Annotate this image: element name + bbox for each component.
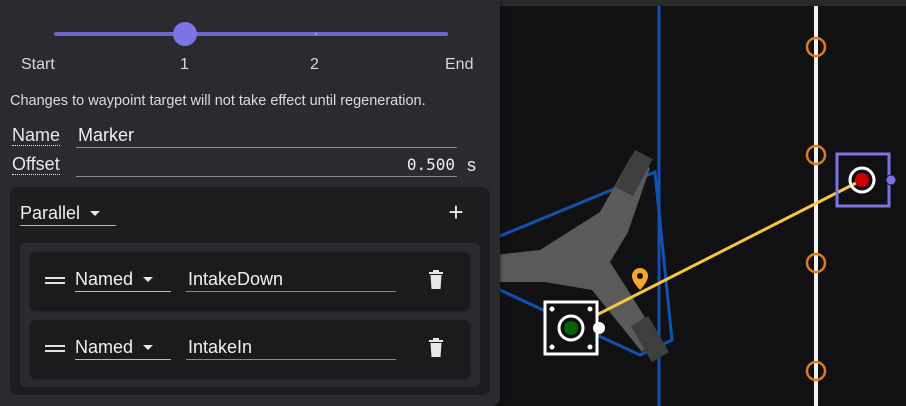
offset-input[interactable] [76,153,457,177]
plus-icon[interactable]: + [444,199,468,225]
slider-thumb[interactable] [173,22,198,46]
drag-handle-icon[interactable] [45,344,65,354]
slider-label-2: 2 [310,56,319,73]
name-label: Name [12,125,61,146]
regeneration-warning: Changes to waypoint target will not take… [10,93,426,109]
slider-tick [315,33,317,35]
trash-icon[interactable] [428,338,444,358]
command-name-input[interactable] [186,268,396,292]
slider-label-end: End [445,56,474,73]
timeline-slider[interactable] [54,22,448,46]
slider-label-start: Start [21,56,55,73]
selected-waypoint-icon[interactable] [835,152,897,208]
event-marker-icon[interactable] [632,268,648,290]
command-row[interactable]: Named [30,320,470,378]
marker-name-input[interactable] [76,124,457,148]
slider-track[interactable] [54,32,448,36]
chevron-down-icon [143,277,154,282]
group-type-value: Parallel [20,203,81,223]
marker-editor-panel: Start 1 2 End Changes to waypoint target… [0,0,500,406]
start-waypoint-icon[interactable] [543,300,605,356]
slider-label-1: 1 [180,56,189,73]
trash-icon[interactable] [428,270,444,290]
chevron-down-icon [143,345,154,350]
chevron-down-icon [90,211,101,216]
slider-labels: Start 1 2 End [0,56,500,76]
command-type-select[interactable]: Named [75,336,171,360]
command-type-select[interactable]: Named [75,268,171,292]
group-type-select[interactable]: Parallel [20,202,116,226]
command-type-value: Named [75,337,134,357]
command-type-value: Named [75,269,134,289]
drag-handle-icon[interactable] [45,276,65,286]
command-row[interactable]: Named [30,252,470,310]
command-name-input[interactable] [186,336,396,360]
offset-unit: s [467,155,476,175]
offset-label: Offset [12,154,60,175]
